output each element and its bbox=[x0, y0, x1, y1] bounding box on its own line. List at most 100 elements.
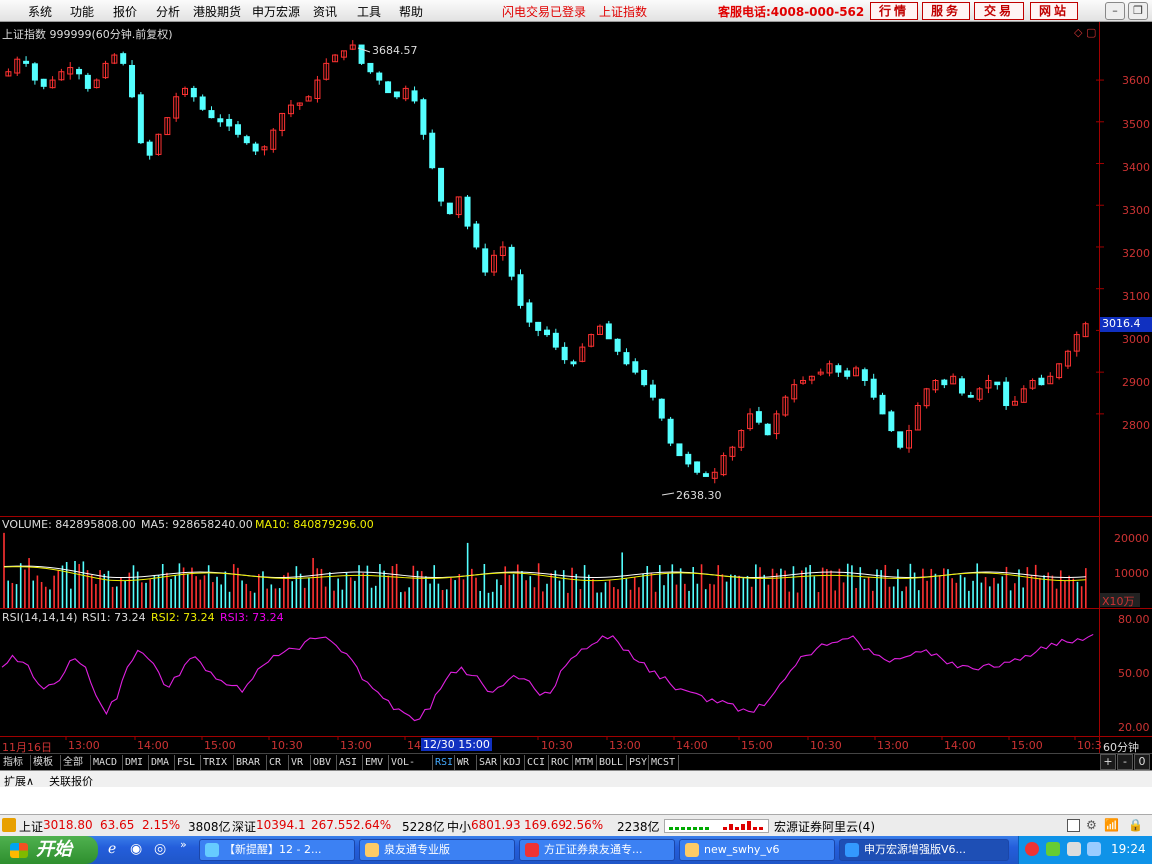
volume-icon[interactable] bbox=[1087, 842, 1101, 856]
tab-rsi[interactable]: RSI bbox=[433, 755, 455, 770]
tab-全部[interactable]: 全部 bbox=[61, 755, 91, 770]
tray-shield-icon[interactable] bbox=[1067, 842, 1081, 856]
ie-icon[interactable]: ℯ bbox=[108, 841, 116, 857]
candle-body bbox=[879, 394, 886, 415]
cursor-time-label: 12/30 15:00 bbox=[421, 738, 492, 751]
candle-body bbox=[438, 167, 445, 202]
market-button[interactable]: 行情 bbox=[870, 2, 918, 20]
tab-vr[interactable]: VR bbox=[289, 755, 311, 770]
tab-vol-tdx[interactable]: VOL-TDX bbox=[389, 755, 433, 783]
menu-swhy[interactable]: 申万宏源 bbox=[252, 3, 300, 20]
lock-status-icon[interactable]: 🔒 bbox=[1128, 818, 1143, 832]
tab-obv[interactable]: OBV bbox=[311, 755, 337, 770]
zx-index-value: 6801.93 bbox=[471, 818, 521, 832]
task-reminder[interactable]: 【新提醒】12 - 2... bbox=[199, 839, 355, 861]
candle-body bbox=[958, 378, 965, 394]
tab-mcst[interactable]: MCST bbox=[649, 755, 679, 770]
candle-body bbox=[861, 369, 868, 381]
settings-icon[interactable]: ⚙ bbox=[1086, 818, 1097, 832]
task-swhy-folder[interactable]: new_swhy_v6 bbox=[679, 839, 835, 861]
tab-dmi[interactable]: DMI bbox=[123, 755, 149, 770]
candle-body bbox=[702, 473, 709, 477]
volume-ma5: MA5: 928658240.00 bbox=[141, 518, 253, 531]
chart-area[interactable] bbox=[0, 22, 1152, 753]
tray-security-icon[interactable] bbox=[1046, 842, 1060, 856]
tab-wr[interactable]: WR bbox=[455, 755, 477, 770]
tab-kdj[interactable]: KDJ bbox=[501, 755, 525, 770]
menu-help[interactable]: 帮助 bbox=[399, 3, 423, 20]
low-price-label: 2638.30 bbox=[676, 489, 722, 502]
time-label: 15:00 bbox=[741, 739, 773, 752]
chrome-icon[interactable]: ◉ bbox=[130, 841, 142, 857]
candle-body bbox=[31, 63, 38, 81]
minimize-icon[interactable]: – bbox=[1105, 2, 1125, 20]
candle-body bbox=[632, 361, 639, 373]
tab-cr[interactable]: CR bbox=[267, 755, 289, 770]
candle-body bbox=[446, 202, 453, 215]
price-tick: 3200 bbox=[1122, 247, 1150, 260]
tab-boll[interactable]: BOLL bbox=[597, 755, 627, 770]
tab-fsl[interactable]: FSL bbox=[175, 755, 201, 770]
zx-index-amount: 2238亿 bbox=[617, 820, 660, 834]
menu-bar: 系统 功能 报价 分析 港股期货 申万宏源 资讯 工具 帮助 闪电交易已登录 上… bbox=[0, 0, 1152, 22]
tab-asi[interactable]: ASI bbox=[337, 755, 363, 770]
sz-index-name[interactable]: 深证 bbox=[232, 818, 256, 835]
chevron-right-icon[interactable]: » bbox=[180, 838, 187, 851]
sh-index-change: 63.65 bbox=[100, 818, 135, 832]
browser-icon[interactable]: ◎ bbox=[154, 841, 166, 857]
tab-emv[interactable]: EMV bbox=[363, 755, 389, 770]
menu-quote[interactable]: 报价 bbox=[113, 3, 137, 20]
tab-psy[interactable]: PSY bbox=[627, 755, 649, 770]
zx-index-change: 169.69 bbox=[524, 818, 566, 832]
panel-options-icon[interactable]: ◇ ▢ bbox=[1074, 26, 1096, 39]
tab-指标[interactable]: 指标 bbox=[1, 755, 31, 770]
sh-index-name[interactable]: 上证 bbox=[19, 818, 43, 835]
task-swhy-enhanced[interactable]: 申万宏源增强版V6... bbox=[839, 839, 1009, 861]
candle-body bbox=[234, 124, 241, 135]
candle-body bbox=[146, 141, 153, 156]
zoom-minus-button[interactable]: - bbox=[1117, 754, 1133, 770]
tray-app-icon[interactable] bbox=[1025, 842, 1039, 856]
menu-tools[interactable]: 工具 bbox=[357, 3, 381, 20]
task-founder[interactable]: 方正证券泉友通专... bbox=[519, 839, 675, 861]
tab-trix[interactable]: TRIX bbox=[201, 755, 234, 770]
time-label: 13:00 bbox=[609, 739, 641, 752]
tab-sar[interactable]: SAR bbox=[477, 755, 501, 770]
restore-icon[interactable]: ❐ bbox=[1128, 2, 1148, 20]
website-button[interactable]: 网站 bbox=[1030, 2, 1078, 20]
time-label: 13:00 bbox=[877, 739, 909, 752]
menu-function[interactable]: 功能 bbox=[70, 3, 94, 20]
task-label: 泉友通专业版 bbox=[384, 843, 450, 856]
zoom-plus-button[interactable]: + bbox=[1100, 754, 1116, 770]
clock[interactable]: 19:24 bbox=[1111, 842, 1146, 856]
menu-hk-futures[interactable]: 港股期货 bbox=[193, 3, 241, 20]
screen-icon[interactable] bbox=[1067, 819, 1080, 832]
lock-icon[interactable] bbox=[2, 818, 16, 832]
zx-index-name[interactable]: 中小 bbox=[447, 818, 471, 835]
tab-macd[interactable]: MACD bbox=[91, 755, 123, 770]
time-label: 14:00 bbox=[137, 739, 169, 752]
zoom-zero-button[interactable]: 0 bbox=[1134, 754, 1150, 770]
tab-brar[interactable]: BRAR bbox=[234, 755, 267, 770]
tab-mtm[interactable]: MTM bbox=[573, 755, 597, 770]
task-quanyoutong[interactable]: 泉友通专业版 bbox=[359, 839, 515, 861]
tab-roc[interactable]: ROC bbox=[549, 755, 573, 770]
candle-body bbox=[208, 110, 215, 119]
candle-body bbox=[226, 118, 233, 127]
current-index-label: 上证指数 bbox=[599, 5, 648, 19]
trade-button[interactable]: 交易 bbox=[974, 2, 1024, 20]
menu-system[interactable]: 系统 bbox=[28, 3, 52, 20]
server-name[interactable]: 宏源证券阿里云(4) bbox=[774, 818, 875, 835]
tab-模板[interactable]: 模板 bbox=[31, 755, 61, 770]
candle-body bbox=[623, 352, 630, 365]
candle-body bbox=[84, 74, 91, 89]
service-button[interactable]: 服务 bbox=[922, 2, 970, 20]
candle-body bbox=[941, 379, 948, 386]
menu-analysis[interactable]: 分析 bbox=[156, 3, 180, 20]
signal-icon[interactable]: 📶 bbox=[1104, 818, 1119, 832]
menu-info[interactable]: 资讯 bbox=[313, 3, 337, 20]
candle-body bbox=[252, 143, 259, 152]
tab-cci[interactable]: CCI bbox=[525, 755, 549, 770]
candle-body bbox=[482, 248, 489, 273]
tab-dma[interactable]: DMA bbox=[149, 755, 175, 770]
